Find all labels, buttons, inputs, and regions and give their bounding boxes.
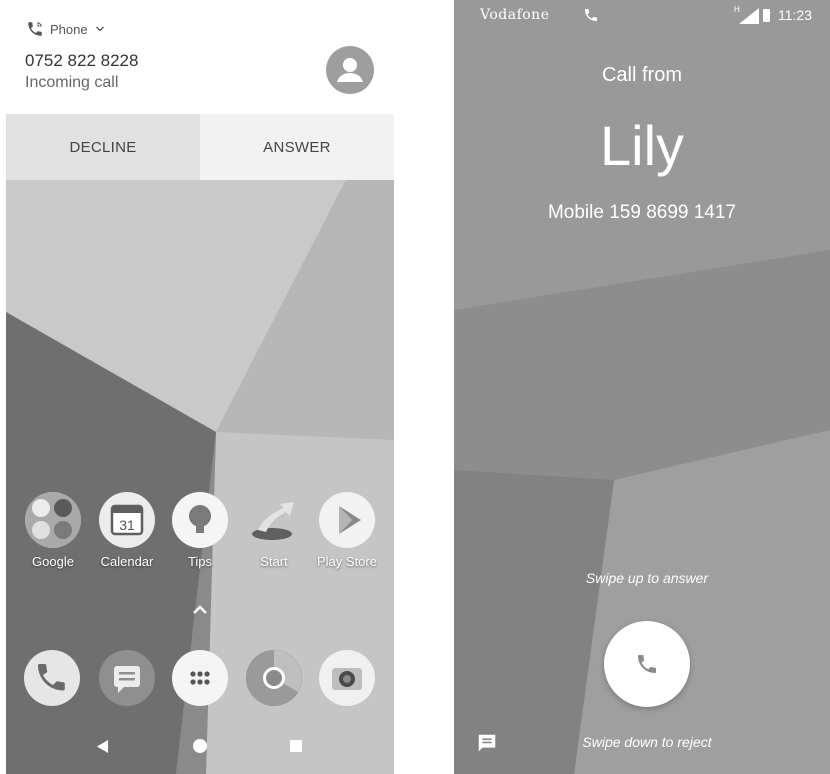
home-screen-phone: Phone 0752 822 8228 Incoming call DECLIN… bbox=[6, 0, 394, 774]
app-google[interactable]: Google bbox=[16, 492, 90, 569]
incoming-call-notification[interactable]: Phone 0752 822 8228 Incoming call DECLIN… bbox=[6, 0, 394, 180]
app-calendar[interactable]: 31 Calendar bbox=[90, 492, 164, 569]
chrome-icon[interactable] bbox=[246, 650, 302, 706]
back-icon[interactable] bbox=[96, 740, 109, 753]
signal-icon bbox=[739, 8, 759, 24]
app-label: Calendar bbox=[100, 554, 154, 569]
decline-button[interactable]: DECLINE bbox=[6, 114, 200, 180]
app-label: Google bbox=[32, 554, 74, 569]
app-play-store[interactable]: Play Store bbox=[310, 492, 384, 569]
chevron-up-icon[interactable] bbox=[190, 600, 210, 620]
recents-icon[interactable] bbox=[290, 740, 302, 752]
call-active-icon bbox=[585, 9, 597, 21]
messages-icon[interactable] bbox=[99, 650, 155, 706]
caller-number: 0752 822 8228 bbox=[25, 51, 139, 70]
phone-icon bbox=[638, 655, 656, 673]
caller-detail: Mobile 159 8699 1417 bbox=[547, 202, 737, 223]
status-time: 11:23 bbox=[778, 7, 812, 23]
swipe-down-hint: Swipe down to reject bbox=[582, 734, 712, 750]
app-drawer-icon[interactable] bbox=[172, 650, 228, 706]
person-avatar-icon bbox=[326, 46, 374, 94]
answer-call-button[interactable] bbox=[604, 621, 690, 707]
app-start[interactable]: Start bbox=[237, 492, 311, 569]
home-icon[interactable] bbox=[193, 739, 207, 753]
notification-app-header[interactable]: Phone bbox=[26, 20, 106, 38]
answer-button[interactable]: ANSWER bbox=[200, 114, 394, 180]
notification-actions: DECLINE ANSWER bbox=[6, 114, 394, 180]
home-apps-row: Google 31 Calendar Tips Start Play Store bbox=[6, 492, 394, 582]
google-folder-icon bbox=[25, 492, 81, 548]
incoming-call-phone: Vodafone H 11:23 Call from Lily Mobile 1… bbox=[454, 0, 830, 774]
dock bbox=[6, 650, 394, 712]
swipe-up-hint: Swipe up to answer bbox=[585, 570, 709, 586]
app-label: Play Store bbox=[317, 554, 377, 569]
chevron-down-icon bbox=[95, 26, 104, 32]
status-bar: Vodafone H 11:23 bbox=[454, 0, 830, 32]
battery-icon bbox=[763, 9, 770, 22]
phone-ringing-icon bbox=[28, 22, 42, 36]
notification-app-name: Phone bbox=[50, 21, 88, 37]
call-status-text: Incoming call bbox=[25, 74, 119, 91]
calendar-icon: 31 bbox=[99, 492, 155, 548]
lightbulb-icon bbox=[172, 492, 228, 548]
app-label: Start bbox=[260, 554, 288, 569]
call-header: Call from bbox=[601, 64, 682, 86]
svg-text:31: 31 bbox=[119, 517, 135, 533]
phone-icon[interactable] bbox=[24, 650, 80, 706]
caller-name: Lily bbox=[599, 114, 685, 177]
message-icon[interactable] bbox=[476, 732, 498, 754]
app-label: Tips bbox=[187, 554, 213, 569]
camera-icon[interactable] bbox=[319, 650, 375, 706]
play-store-icon bbox=[319, 492, 375, 548]
start-arrow-icon bbox=[246, 492, 302, 548]
carrier-name: Vodafone bbox=[480, 7, 550, 23]
navigation-bar bbox=[6, 728, 394, 764]
app-tips[interactable]: Tips bbox=[163, 492, 237, 569]
